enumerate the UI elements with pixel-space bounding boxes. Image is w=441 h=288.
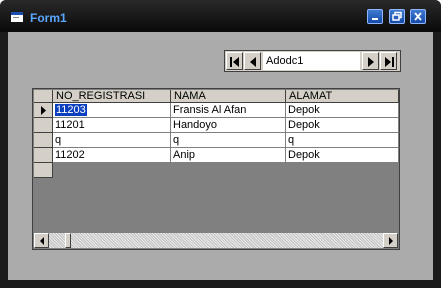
- move-first-button[interactable]: [226, 52, 243, 70]
- column-header-no-registrasi[interactable]: NO_REGISTRASI: [53, 90, 171, 103]
- table-cell[interactable]: Depok: [286, 118, 399, 133]
- form-client-area: Adodc1 NO_REGISTRASI NAMA ALAMAT 11203 F…: [8, 32, 433, 280]
- minimize-button[interactable]: [367, 9, 383, 24]
- restore-icon: [392, 11, 402, 21]
- table-cell[interactable]: 11202: [53, 148, 171, 163]
- datagrid[interactable]: NO_REGISTRASI NAMA ALAMAT 11203 Fransis …: [32, 88, 400, 250]
- row-selector[interactable]: [34, 148, 53, 163]
- move-previous-button[interactable]: [244, 52, 261, 70]
- title-bar[interactable]: Form1: [0, 0, 441, 32]
- move-last-button[interactable]: [380, 52, 397, 70]
- current-row-arrow-icon: [41, 106, 46, 115]
- table-cell[interactable]: q: [286, 133, 399, 148]
- maximize-button[interactable]: [389, 9, 405, 24]
- adodc-control: Adodc1: [224, 50, 401, 72]
- scroll-track[interactable]: [49, 233, 383, 248]
- table-cell[interactable]: Anip: [171, 148, 286, 163]
- row-selector[interactable]: [34, 118, 53, 133]
- table-cell[interactable]: q: [53, 133, 171, 148]
- column-header-nama[interactable]: NAMA: [171, 90, 286, 103]
- grid-corner-header: [34, 90, 53, 103]
- selected-cell-text: 11203: [55, 104, 87, 116]
- form-window: Form1 Adodc1 NO_REGISTRASI NAMA ALAMAT 1…: [0, 0, 441, 288]
- new-row-selector[interactable]: [34, 163, 53, 178]
- row-selector[interactable]: [34, 133, 53, 148]
- table-cell[interactable]: Handoyo: [171, 118, 286, 133]
- scroll-right-button[interactable]: [383, 233, 398, 248]
- row-selector-current[interactable]: [34, 103, 53, 118]
- table-cell[interactable]: Fransis Al Afan: [171, 103, 286, 118]
- table-cell[interactable]: Depok: [286, 103, 399, 118]
- window-title: Form1: [30, 11, 67, 25]
- close-button[interactable]: [410, 9, 426, 24]
- minimize-icon: [372, 18, 378, 20]
- column-header-alamat[interactable]: ALAMAT: [286, 90, 399, 103]
- form-icon: [11, 12, 23, 22]
- scroll-thumb[interactable]: [65, 233, 71, 248]
- scroll-left-button[interactable]: [34, 233, 49, 248]
- close-icon: [414, 12, 422, 21]
- horizontal-scrollbar[interactable]: [34, 233, 398, 248]
- scroll-left-arrow-icon: [40, 237, 44, 245]
- scroll-right-arrow-icon: [389, 237, 393, 245]
- move-last-icon: [385, 57, 394, 67]
- move-first-icon: [230, 57, 239, 67]
- table-cell[interactable]: 11203: [53, 103, 171, 118]
- table-cell[interactable]: Depok: [286, 148, 399, 163]
- table-cell[interactable]: q: [171, 133, 286, 148]
- move-previous-icon: [250, 57, 256, 67]
- adodc-caption: Adodc1: [263, 52, 360, 70]
- move-next-icon: [368, 57, 374, 67]
- table-cell[interactable]: 11201: [53, 118, 171, 133]
- move-next-button[interactable]: [362, 52, 379, 70]
